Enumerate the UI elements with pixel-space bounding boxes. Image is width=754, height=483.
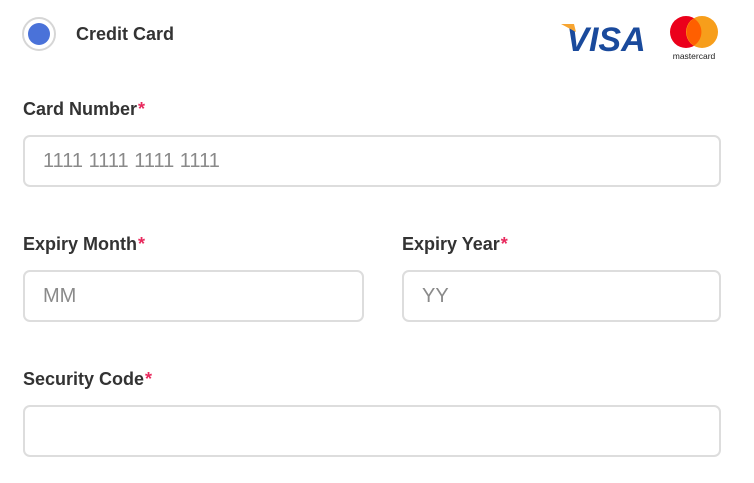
card-number-input[interactable] bbox=[23, 135, 721, 187]
visa-logo-text: VISA bbox=[566, 21, 645, 58]
payment-method-label: Credit Card bbox=[76, 23, 175, 44]
mastercard-wordmark: mastercard bbox=[673, 51, 716, 61]
mastercard-logo: mastercard bbox=[670, 16, 718, 61]
security-code-label: Security Code* bbox=[23, 369, 152, 390]
required-asterisk: * bbox=[138, 99, 146, 119]
card-number-label: Card Number* bbox=[23, 99, 145, 120]
security-code-input[interactable] bbox=[23, 405, 721, 457]
credit-card-radio[interactable] bbox=[22, 17, 56, 51]
expiry-year-label-text: Expiry Year bbox=[402, 234, 500, 254]
expiry-month-label-text: Expiry Month bbox=[23, 234, 138, 254]
required-asterisk: * bbox=[138, 234, 146, 254]
card-brand-logos: VISA mastercard bbox=[560, 14, 722, 62]
required-asterisk: * bbox=[500, 234, 508, 254]
visa-logo: VISA bbox=[561, 21, 646, 58]
required-asterisk: * bbox=[145, 369, 153, 389]
radio-selected-dot bbox=[28, 23, 50, 45]
security-code-label-text: Security Code bbox=[23, 369, 145, 389]
expiry-month-label: Expiry Month* bbox=[23, 234, 145, 255]
credit-card-form: Credit Card VISA mastercard Card Number*… bbox=[0, 0, 754, 483]
expiry-year-input[interactable] bbox=[402, 270, 721, 322]
payment-method-option[interactable]: Credit Card bbox=[22, 17, 174, 51]
card-number-label-text: Card Number bbox=[23, 99, 138, 119]
expiry-year-label: Expiry Year* bbox=[402, 234, 508, 255]
expiry-month-input[interactable] bbox=[23, 270, 364, 322]
